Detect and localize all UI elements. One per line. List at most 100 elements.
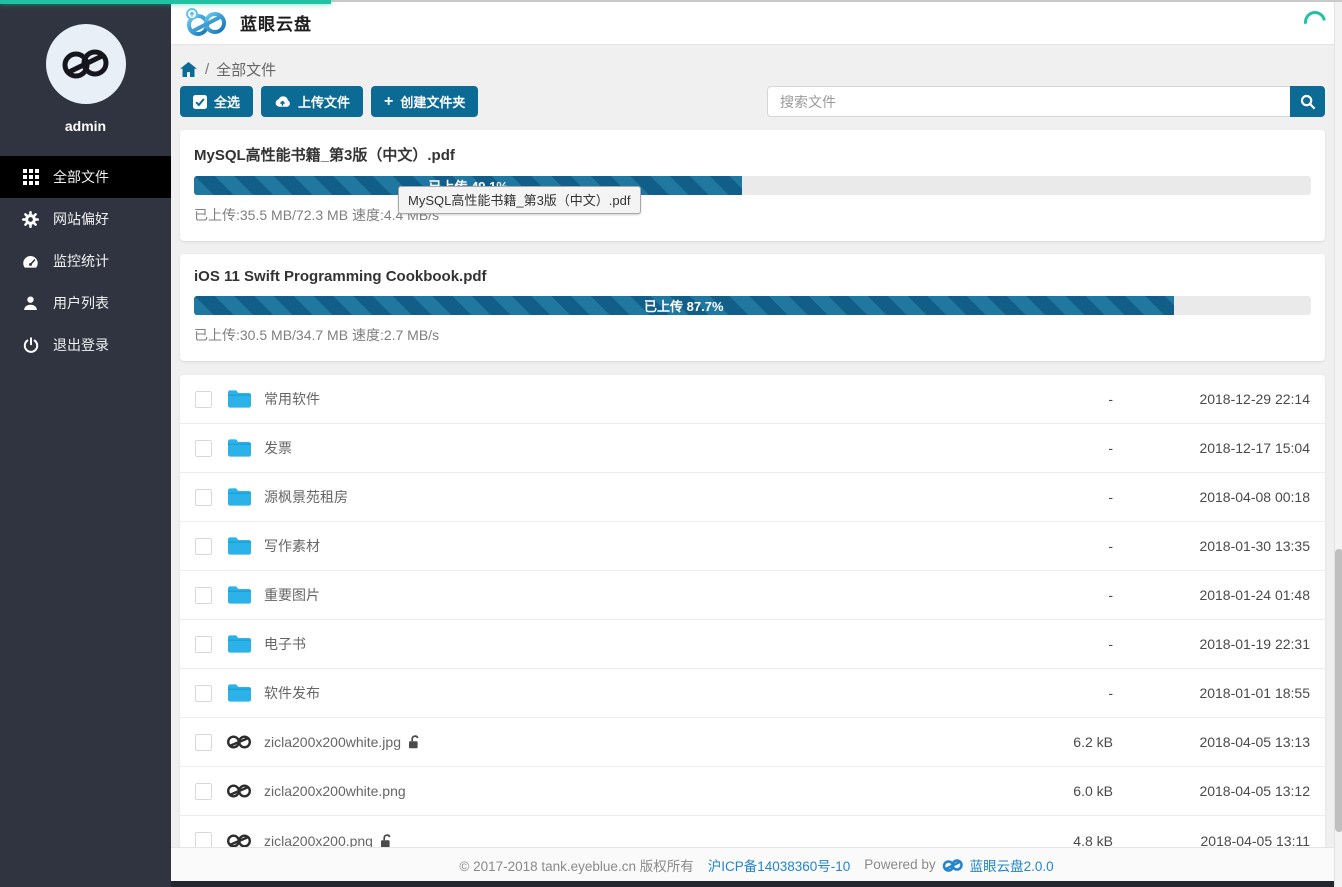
file-date: 2018-01-19 22:31 — [1145, 636, 1310, 652]
create-folder-button[interactable]: + 创建文件夹 — [371, 86, 478, 117]
file-name[interactable]: 重要图片 — [264, 585, 320, 605]
zicla-logo-thumbnail — [226, 833, 252, 848]
row-checkbox[interactable] — [195, 587, 212, 604]
file-name[interactable]: zicla200x200white.jpg — [264, 734, 401, 750]
eyeblue-logo-icon — [184, 7, 230, 37]
sidebar-item-monitoring-stats[interactable]: 监控统计 — [0, 240, 171, 282]
zicla-logo-thumbnail — [226, 783, 252, 799]
file-name[interactable]: 电子书 — [264, 634, 306, 654]
table-row[interactable]: 电子书 - 2018-01-19 22:31 — [180, 620, 1325, 669]
table-row[interactable]: 重要图片 - 2018-01-24 01:48 — [180, 571, 1325, 620]
copyright-text: © 2017-2018 tank.eyeblue.cn 版权所有 — [459, 855, 693, 875]
table-row[interactable]: zicla200x200white.jpg 6.2 kB 2018-04-05 … — [180, 718, 1325, 767]
select-all-button[interactable]: 全选 — [180, 86, 253, 117]
file-size: 6.0 kB — [1003, 783, 1113, 799]
row-checkbox[interactable] — [195, 440, 212, 457]
power-icon — [22, 337, 39, 354]
create-folder-label: 创建文件夹 — [400, 92, 465, 111]
sidebar-item-label: 用户列表 — [53, 293, 109, 313]
powered-by-text: Powered by — [864, 857, 935, 872]
file-size: - — [1003, 636, 1113, 652]
search-input[interactable] — [767, 86, 1290, 117]
file-size: - — [1003, 685, 1113, 701]
main-content: / 全部文件 全选 上传文件 + 创建文件夹 — [171, 45, 1342, 847]
row-checkbox[interactable] — [195, 734, 212, 751]
upload-file-button[interactable]: 上传文件 — [261, 86, 363, 117]
zicla-logo-icon — [60, 47, 112, 81]
sidebar-item-site-preferences[interactable]: 网站偏好 — [0, 198, 171, 240]
file-name[interactable]: 源枫景苑租房 — [264, 487, 348, 507]
file-size: - — [1003, 391, 1113, 407]
upload-detail: 已上传:35.5 MB/72.3 MB 速度:4.4 MB/s — [194, 205, 1311, 225]
icp-link[interactable]: 沪ICP备14038360号-10 — [708, 855, 851, 875]
search-button[interactable] — [1290, 86, 1325, 117]
home-icon[interactable] — [180, 62, 197, 77]
table-row[interactable]: 写作素材 - 2018-01-30 13:35 — [180, 522, 1325, 571]
file-date: 2018-12-29 22:14 — [1145, 391, 1310, 407]
table-row[interactable]: 常用软件 - 2018-12-29 22:14 — [180, 375, 1325, 424]
upload-card: MySQL高性能书籍_第3版（中文）.pdf 已上传 49.1% 已上传:35.… — [180, 130, 1325, 241]
row-checkbox[interactable] — [195, 391, 212, 408]
sidebar-item-all-files[interactable]: 全部文件 — [0, 156, 171, 198]
sidebar-item-user-list[interactable]: 用户列表 — [0, 282, 171, 324]
folder-icon — [226, 537, 252, 555]
sidebar-item-label: 网站偏好 — [53, 209, 109, 229]
table-row[interactable]: zicla200x200.png 4.8 kB 2018-04-05 13:11 — [180, 816, 1325, 847]
sidebar-menu: 全部文件 网站偏好 监控统计 用户列表 退出登录 — [0, 156, 171, 366]
file-date: 2018-04-05 13:12 — [1145, 783, 1310, 799]
file-date: 2018-04-05 13:13 — [1145, 734, 1310, 750]
row-checkbox[interactable] — [195, 783, 212, 800]
row-checkbox[interactable] — [195, 636, 212, 653]
file-size: - — [1003, 489, 1113, 505]
user-icon — [22, 295, 39, 312]
file-date: 2018-12-17 15:04 — [1145, 440, 1310, 456]
username: admin — [0, 118, 171, 134]
gauge-icon — [22, 253, 39, 270]
row-checkbox[interactable] — [195, 489, 212, 506]
file-date: 2018-01-01 18:55 — [1145, 685, 1310, 701]
table-row[interactable]: zicla200x200white.png 6.0 kB 2018-04-05 … — [180, 767, 1325, 816]
loading-spinner — [1300, 7, 1331, 38]
breadcrumb-separator: / — [205, 61, 209, 78]
file-name[interactable]: 发票 — [264, 438, 292, 458]
avatar[interactable] — [46, 24, 126, 104]
file-name[interactable]: zicla200x200.png — [264, 833, 373, 848]
upload-detail: 已上传:30.5 MB/34.7 MB 速度:2.7 MB/s — [194, 325, 1311, 345]
file-size: 6.2 kB — [1003, 734, 1113, 750]
folder-icon — [226, 439, 252, 457]
filename-tooltip: MySQL高性能书籍_第3版（中文）.pdf — [398, 186, 641, 214]
file-name[interactable]: zicla200x200white.png — [264, 783, 406, 799]
plus-icon: + — [384, 94, 393, 110]
cloud-upload-icon — [274, 95, 291, 108]
upload-file-label: 上传文件 — [298, 92, 350, 111]
search-icon — [1300, 94, 1316, 110]
file-date: 2018-04-08 00:18 — [1145, 489, 1310, 505]
file-name[interactable]: 写作素材 — [264, 536, 320, 556]
row-checkbox[interactable] — [195, 538, 212, 555]
breadcrumb-current: 全部文件 — [216, 59, 276, 80]
folder-icon — [226, 488, 252, 506]
scrollbar[interactable] — [1334, 0, 1342, 887]
file-date: 2018-01-30 13:35 — [1145, 538, 1310, 554]
file-date: 2018-04-05 13:11 — [1145, 833, 1310, 848]
folder-icon — [226, 586, 252, 604]
file-size: 4.8 kB — [1003, 833, 1113, 848]
scrollbar-thumb[interactable] — [1335, 549, 1342, 832]
table-row[interactable]: 软件发布 - 2018-01-01 18:55 — [180, 669, 1325, 718]
sidebar-item-label: 全部文件 — [53, 167, 109, 187]
file-name[interactable]: 常用软件 — [264, 389, 320, 409]
version-link[interactable]: 蓝眼云盘2.0.0 — [970, 855, 1054, 875]
unlock-icon — [408, 735, 421, 749]
table-row[interactable]: 发票 - 2018-12-17 15:04 — [180, 424, 1325, 473]
file-name[interactable]: 软件发布 — [264, 683, 320, 703]
folder-icon — [226, 390, 252, 408]
sidebar-item-logout[interactable]: 退出登录 — [0, 324, 171, 366]
gear-icon — [22, 211, 39, 228]
upload-filename: MySQL高性能书籍_第3版（中文）.pdf — [194, 144, 1311, 165]
row-checkbox[interactable] — [195, 685, 212, 702]
table-row[interactable]: 源枫景苑租房 - 2018-04-08 00:18 — [180, 473, 1325, 522]
file-date: 2018-01-24 01:48 — [1145, 587, 1310, 603]
page-loading-track — [331, 0, 1342, 2]
app-title: 蓝眼云盘 — [240, 10, 312, 35]
row-checkbox[interactable] — [195, 832, 212, 847]
